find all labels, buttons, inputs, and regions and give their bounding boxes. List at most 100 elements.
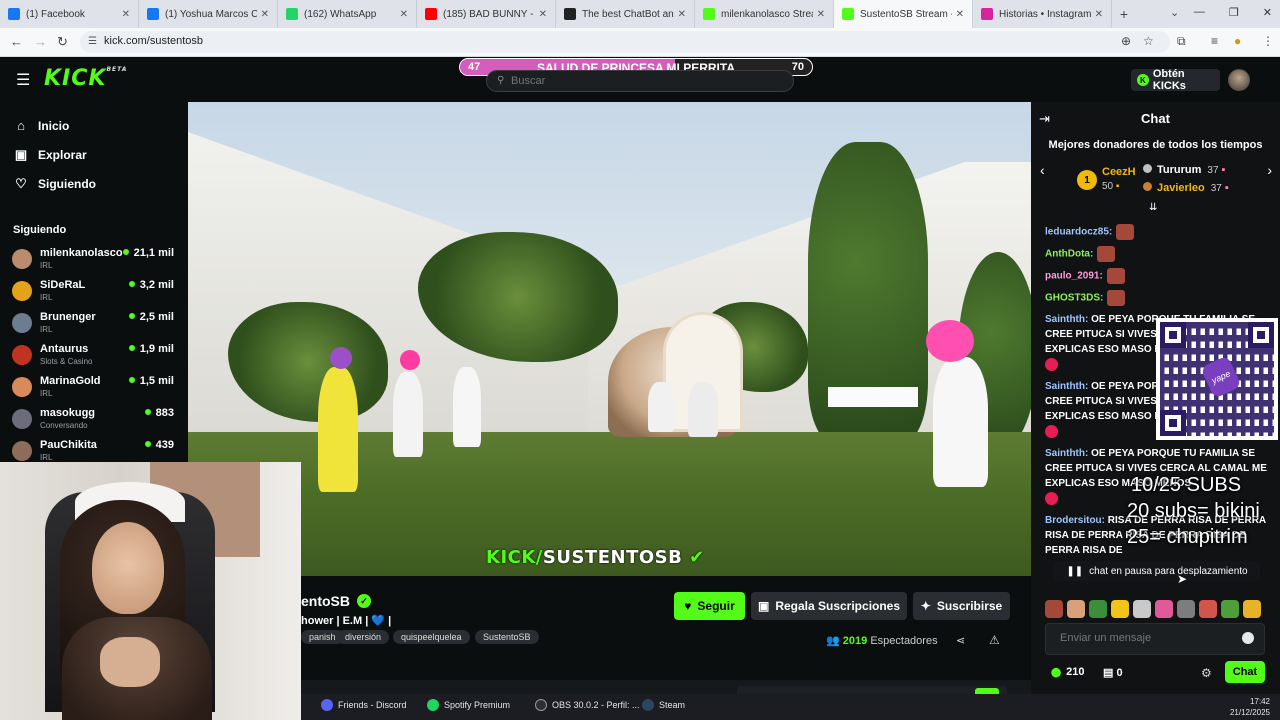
donor-name[interactable]: Tururum xyxy=(1157,164,1201,176)
chat-username[interactable]: leduardocz85: xyxy=(1045,227,1112,238)
close-tab-icon[interactable]: ✕ xyxy=(261,9,269,20)
follow-button[interactable]: ♥ Seguir xyxy=(674,592,745,620)
browser-tab[interactable]: (162) WhatsApp ✕ xyxy=(278,0,417,28)
get-kicks-label: Obtén KICKs xyxy=(1152,68,1186,92)
chat-message-box xyxy=(1045,623,1265,655)
emote-icon[interactable] xyxy=(1067,600,1085,618)
tab-search-icon[interactable]: ⌄ xyxy=(1170,6,1179,19)
extensions-icon[interactable]: ⧉ xyxy=(1177,34,1186,49)
chat-send-button[interactable]: Chat xyxy=(1225,661,1265,683)
browser-tab[interactable]: The best ChatBot and Wi ✕ xyxy=(556,0,695,28)
chevron-left-icon[interactable]: ‹ xyxy=(1040,162,1045,178)
maximize-icon[interactable]: ❐ xyxy=(1229,6,1239,19)
emote-icon[interactable] xyxy=(1045,600,1063,618)
get-kicks-button[interactable]: K Obtén KICKs xyxy=(1131,68,1220,92)
chat-username[interactable]: Sainthth: xyxy=(1045,448,1088,459)
emote-icon[interactable] xyxy=(1155,600,1173,618)
close-tab-icon[interactable]: ✕ xyxy=(539,9,547,20)
emote-icon[interactable] xyxy=(1221,600,1239,618)
chat-username[interactable]: AnthDota: xyxy=(1045,249,1093,260)
kick-logo[interactable]: KICKBETA xyxy=(44,66,127,91)
search-input[interactable] xyxy=(511,73,781,89)
emote-icon[interactable] xyxy=(1133,600,1151,618)
stream-tag[interactable]: diversión xyxy=(337,630,390,644)
donor-entry: Tururum 37 ▪ xyxy=(1143,164,1225,176)
donor-name[interactable]: Javierleo xyxy=(1157,182,1205,194)
browser-tab[interactable]: (1) Yoshua Marcos CA | Fa ✕ xyxy=(139,0,278,28)
emote-icon[interactable] xyxy=(1089,600,1107,618)
emote-icon[interactable] xyxy=(1199,600,1217,618)
stream-tag[interactable]: SustentoSB xyxy=(475,630,539,644)
subscribe-button[interactable]: ✦ Suscribirse xyxy=(913,592,1010,620)
reload-icon[interactable]: ↻ xyxy=(57,34,68,50)
chat-username[interactable]: Sainthth: xyxy=(1045,381,1088,392)
bookmark-star-icon[interactable]: ☆ xyxy=(1143,34,1154,48)
minimize-icon[interactable]: — xyxy=(1194,6,1205,19)
browser-menu-icon[interactable]: ⋮ xyxy=(1262,34,1274,48)
facebook-icon xyxy=(147,8,159,20)
chat-paused-notice[interactable]: ❚❚ chat en pausa para desplazamiento xyxy=(1054,561,1260,581)
back-icon[interactable]: ← xyxy=(10,34,23,49)
video-scene-person xyxy=(393,372,423,457)
system-clock[interactable]: 17:42 21/12/2025 xyxy=(1230,696,1270,718)
tab-groups-icon[interactable]: ≡ xyxy=(1211,34,1218,48)
followed-channel[interactable]: Brunenger IRL 2,5 mil xyxy=(12,310,180,342)
channel-viewer-count: 1,9 mil xyxy=(129,343,174,355)
followed-channel[interactable]: SiDeRaL IRL 3,2 mil xyxy=(12,278,180,310)
zoom-icon[interactable]: ⊕ xyxy=(1121,34,1131,48)
close-tab-icon[interactable]: ✕ xyxy=(817,9,825,20)
nav-item-siguiendo[interactable]: ♡ Siguiendo xyxy=(14,176,96,192)
followed-channel[interactable]: Antaurus Slots & Casino 1,9 mil xyxy=(12,342,180,374)
taskbar-item-obs[interactable]: OBS 30.0.2 - Perfil: ... xyxy=(535,699,640,711)
chevron-right-icon[interactable]: › xyxy=(1267,162,1272,178)
store-balance[interactable]: ▤ 0 xyxy=(1103,666,1123,679)
close-window-icon[interactable]: ✕ xyxy=(1263,6,1272,19)
window-controls: — ❐ ✕ xyxy=(1194,6,1272,19)
site-info-icon[interactable]: ☰ xyxy=(88,36,97,47)
video-player[interactable]: KICK/SUSTENTOSB ✔ xyxy=(188,102,1031,576)
close-tab-icon[interactable]: ✕ xyxy=(678,9,686,20)
donor-name[interactable]: CeezH xyxy=(1102,166,1136,178)
forward-icon[interactable]: → xyxy=(34,34,47,49)
share-icon[interactable]: ⋖ xyxy=(956,634,965,647)
new-tab-icon[interactable]: + xyxy=(1112,6,1136,22)
browser-tab[interactable]: (1) Facebook ✕ xyxy=(0,0,139,28)
profile-extension-icon[interactable]: ● xyxy=(1234,34,1241,48)
chat-username[interactable]: Sainthth: xyxy=(1045,314,1088,325)
emote-icon[interactable] xyxy=(1111,600,1129,618)
followed-channel[interactable]: masokugg Conversando 883 xyxy=(12,406,180,438)
emote-icon[interactable] xyxy=(1243,600,1261,618)
chat-username[interactable]: paulo_2091: xyxy=(1045,271,1103,282)
close-tab-icon[interactable]: ✕ xyxy=(400,9,408,20)
close-tab-icon[interactable]: ✕ xyxy=(122,9,130,20)
user-avatar[interactable] xyxy=(1228,69,1250,91)
nav-item-explorar[interactable]: ▣ Explorar xyxy=(14,147,87,163)
nav-item-inicio[interactable]: ⌂ Inicio xyxy=(14,118,69,133)
emote-icon[interactable] xyxy=(1177,600,1195,618)
close-tab-icon[interactable]: ✕ xyxy=(956,9,964,20)
followed-channel[interactable]: MarinaGold IRL 1,5 mil xyxy=(12,374,180,406)
chat-username[interactable]: GHOST3DS: xyxy=(1045,293,1103,304)
chat-message-input[interactable] xyxy=(1060,632,1230,644)
taskbar-item-spotify[interactable]: Spotify Premium xyxy=(427,699,510,711)
expand-donors-icon[interactable]: ⇊ xyxy=(1149,202,1157,213)
taskbar-item-discord[interactable]: Friends - Discord xyxy=(321,699,407,711)
report-icon[interactable]: ⚠ xyxy=(989,633,1000,647)
emoji-picker-icon[interactable] xyxy=(1242,632,1254,644)
donor-amount-value: 50 xyxy=(1102,181,1114,192)
url-field[interactable]: ☰ kick.com/sustentosb xyxy=(80,31,1170,53)
gift-subs-button[interactable]: ▣ Regala Suscripciones xyxy=(751,592,907,620)
browser-tab[interactable]: (185) BAD BUNNY - CALL ✕ xyxy=(417,0,556,28)
menu-icon[interactable]: ☰ xyxy=(16,70,30,90)
followed-channel[interactable]: milenkanolasco IRL 21,1 mil xyxy=(12,246,180,278)
chat-username[interactable]: Brodersitou: xyxy=(1045,515,1105,526)
chat-settings-icon[interactable]: ⚙ xyxy=(1201,666,1212,680)
stream-tag[interactable]: quispeelquelea xyxy=(393,630,470,644)
streamer-name[interactable]: entoSB xyxy=(301,593,350,609)
kicks-balance[interactable]: 210 xyxy=(1051,666,1084,678)
taskbar-item-steam[interactable]: Steam xyxy=(642,699,685,711)
close-tab-icon[interactable]: ✕ xyxy=(1095,9,1103,20)
browser-tab[interactable]: milenkanolasco Stream - ✕ xyxy=(695,0,834,28)
browser-tab[interactable]: SustentoSB Stream - ✕ xyxy=(834,0,973,28)
browser-tab[interactable]: Historias • Instagram ✕ xyxy=(973,0,1112,28)
